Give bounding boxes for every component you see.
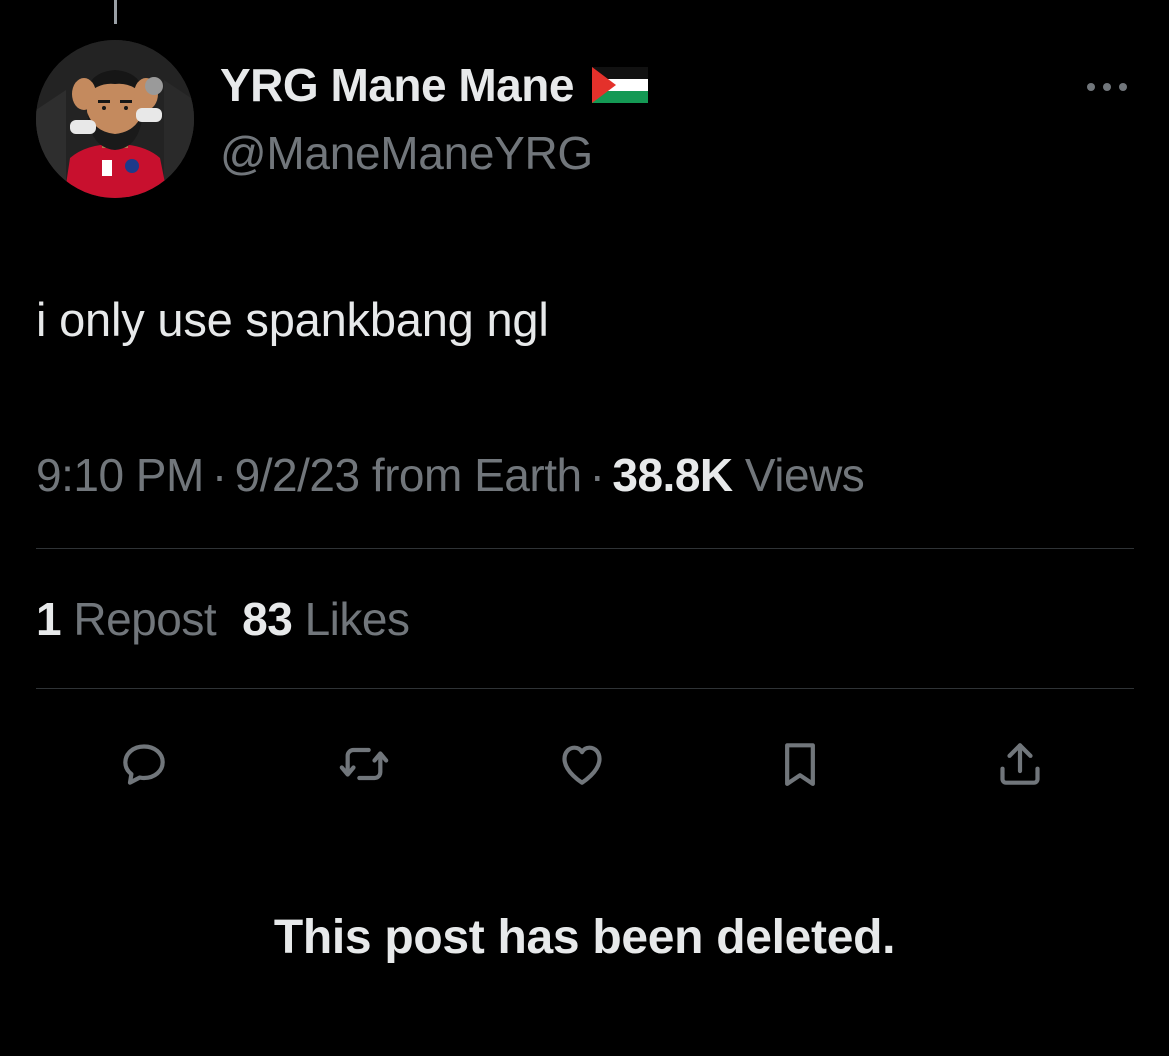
- repost-button[interactable]: [334, 734, 394, 794]
- views-count: 38.8K: [612, 449, 733, 501]
- share-button[interactable]: [990, 734, 1050, 794]
- reposts-stat[interactable]: 1 Repost: [36, 593, 217, 645]
- likes-stat[interactable]: 83 Likes: [242, 593, 410, 645]
- more-options-button[interactable]: [1082, 72, 1132, 102]
- reply-icon: [123, 744, 165, 785]
- post-deleted-notice: This post has been deleted.: [273, 911, 896, 964]
- like-icon: [562, 745, 602, 785]
- tweet-text: i only use spankbang ngl: [36, 293, 549, 346]
- like-button[interactable]: [552, 734, 612, 794]
- tweet-source: from Earth: [371, 449, 582, 501]
- meta-separator: ·: [589, 449, 605, 501]
- bookmark-button[interactable]: [770, 734, 830, 794]
- more-dots-icon: [1087, 83, 1127, 91]
- likes-label: Likes: [304, 593, 410, 645]
- engagement-stats: 1 Repost 83 Likes: [36, 592, 410, 646]
- likes-count: 83: [242, 593, 293, 645]
- share-icon: [1000, 743, 1040, 785]
- palestine-flag-icon: [591, 67, 648, 103]
- views-label: Views: [744, 449, 865, 501]
- avatar[interactable]: [36, 40, 194, 198]
- avatar-illustration: [36, 40, 194, 198]
- bookmark-icon: [785, 743, 815, 786]
- tweet-time[interactable]: 9:10 PM: [36, 449, 204, 501]
- repost-icon: [339, 747, 389, 781]
- author-display-name[interactable]: YRG Mane Mane: [220, 58, 574, 112]
- tweet-meta-row: 9:10 PM · 9/2/23 from Earth · 38.8K Views: [36, 448, 865, 502]
- tweet-date[interactable]: 9/2/23: [235, 449, 360, 501]
- author-name-row: YRG Mane Mane: [220, 58, 648, 112]
- author-handle[interactable]: @ManeManeYRG: [220, 126, 593, 180]
- divider: [36, 688, 1134, 689]
- reposts-label: Repost: [73, 593, 217, 645]
- thread-connector-line: [114, 0, 117, 24]
- reply-button[interactable]: [114, 734, 174, 794]
- meta-separator: ·: [211, 449, 227, 501]
- reposts-count: 1: [36, 593, 62, 645]
- divider: [36, 548, 1134, 549]
